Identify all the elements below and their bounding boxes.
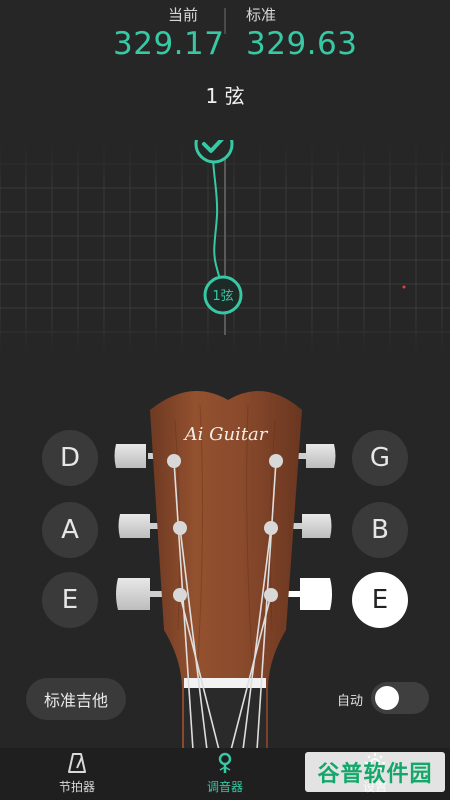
current-frequency-value: 329.17 [113, 26, 225, 62]
auto-toggle[interactable] [371, 682, 429, 714]
guitar-headstock-panel: Ai Guitar D A E G B E 标准吉他 自动 [0, 360, 450, 750]
check-icon [194, 140, 234, 164]
peg-right-1 [306, 444, 336, 468]
string-button-high-e[interactable]: E [352, 572, 408, 628]
nav-metronome[interactable]: 节拍器 [27, 748, 127, 800]
noise-dot [402, 285, 406, 289]
tuner-readout: 当前 329.17 标准 329.63 1 弦 [0, 0, 450, 140]
meter-grid: 1弦 [0, 140, 450, 355]
tuner-pin-icon [218, 752, 232, 773]
string-button-b[interactable]: B [352, 502, 408, 558]
string-button-a[interactable]: A [42, 502, 98, 558]
auto-label: 自动 [337, 694, 364, 709]
nav-tuner-label: 调音器 [206, 780, 243, 794]
brand-logo: Ai Guitar [183, 424, 269, 445]
readout-divider [224, 8, 226, 34]
site-watermark: 谷普软件园 [305, 752, 445, 792]
string-button-d[interactable]: D [42, 430, 98, 486]
standard-guitar-button[interactable]: 标准吉他 [26, 678, 126, 720]
guitar-nut [184, 678, 266, 688]
peg-left-3 [116, 578, 150, 610]
peg-right-2 [302, 514, 332, 538]
current-frequency-label: 当前 [168, 6, 199, 24]
nav-tuner[interactable]: 调音器 [175, 748, 275, 800]
string-marker: 1弦 [203, 275, 243, 315]
current-string-title: 1 弦 [205, 84, 245, 108]
auto-toggle-knob [375, 686, 399, 710]
string-button-g[interactable]: G [352, 430, 408, 486]
peg-right-3-active [300, 578, 332, 610]
standard-frequency-label: 标准 [246, 6, 277, 24]
string-marker-label: 1弦 [212, 288, 233, 304]
string-button-low-e[interactable]: E [42, 572, 98, 628]
metronome-icon [68, 753, 86, 773]
pitch-meter: 1弦 [0, 140, 450, 355]
peg-left-2 [118, 514, 150, 538]
peg-left-1 [114, 444, 146, 468]
nav-metronome-label: 节拍器 [58, 780, 95, 794]
standard-frequency-value: 329.63 [246, 26, 358, 62]
